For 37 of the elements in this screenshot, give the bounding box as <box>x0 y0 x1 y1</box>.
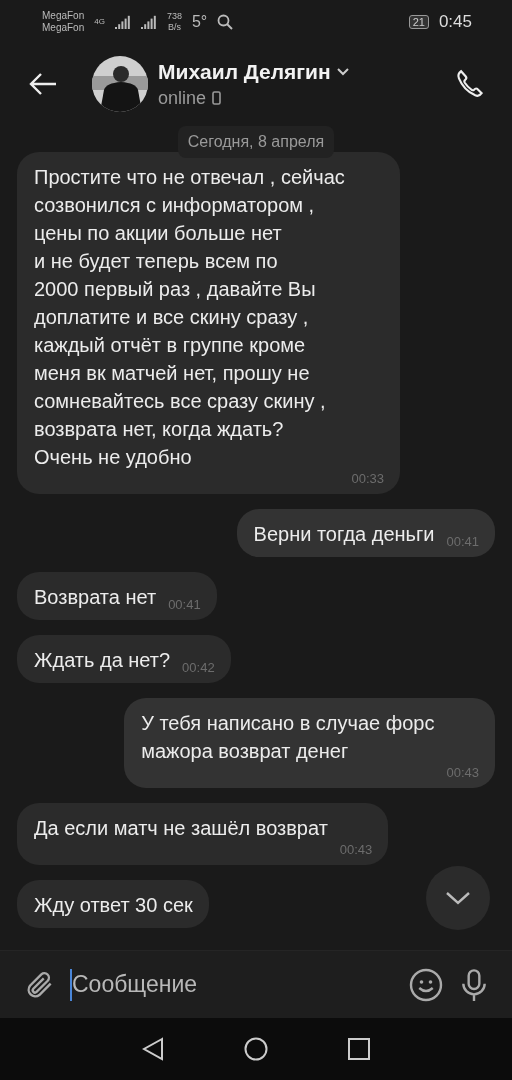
recents-nav-icon[interactable] <box>348 1038 370 1060</box>
carrier-name: MegaFon <box>42 10 85 22</box>
chevron-down-icon[interactable] <box>445 890 471 906</box>
message-time: 00:43 <box>446 765 479 781</box>
avatar[interactable] <box>92 56 148 112</box>
message-time: 00:41 <box>446 534 479 550</box>
message-text: Возврата нет <box>34 585 157 610</box>
home-nav-icon[interactable] <box>244 1037 268 1061</box>
message-text: Да если матч не зашёл возврат <box>34 816 329 841</box>
chevron-down-icon[interactable] <box>336 67 349 76</box>
clock: 0:45 <box>438 12 472 32</box>
message-text: У тебя написано в случае форс мажора возврат денег <box>141 711 436 764</box>
message-time: 00:33 <box>351 471 384 487</box>
contact-name[interactable]: Михаил Делягин <box>158 59 331 84</box>
online-status: online <box>158 87 207 109</box>
signal-icon <box>114 15 131 29</box>
message-time: 00:42 <box>182 660 215 676</box>
message-time: 00:43 <box>339 842 373 858</box>
message-input[interactable]: Сообщение <box>70 968 394 1001</box>
message-text: Жду ответ 30 сек <box>34 893 193 918</box>
carrier-name: MegaFon <box>42 22 85 34</box>
phone-device-icon <box>212 91 222 105</box>
message-text: Верни тогда деньги <box>253 522 435 547</box>
battery-level: 21 <box>408 15 429 29</box>
message-time: 00:41 <box>168 597 201 613</box>
message-composer[interactable]: Сообщение <box>0 950 512 1018</box>
temperature: 5° <box>191 14 208 30</box>
emoji-icon[interactable] <box>408 966 444 1003</box>
message-text: Ждать да нет? <box>34 648 171 673</box>
search-icon <box>217 14 234 30</box>
date-chip: Сегодня, 8 апреля <box>177 126 335 158</box>
message-text: Простите что не отвечал , сейчас созвонился с информатором , цены по акции больше нет и не будет теперь всем по 2000 первый раз , давайте Вы доплатите и все скину сразу , каждый отчёт в группе кроме меня вк матчей нет, прошу не сомневайтесь все сразу скину , возврата нет, когда ждать? Очень не удобно <box>34 165 346 470</box>
back-nav-icon[interactable] <box>142 1037 164 1061</box>
speed-unit: B/s <box>167 22 181 33</box>
signal-icon <box>140 15 157 29</box>
network-type: 4G <box>94 18 105 26</box>
data-speed: 738 <box>166 11 182 22</box>
